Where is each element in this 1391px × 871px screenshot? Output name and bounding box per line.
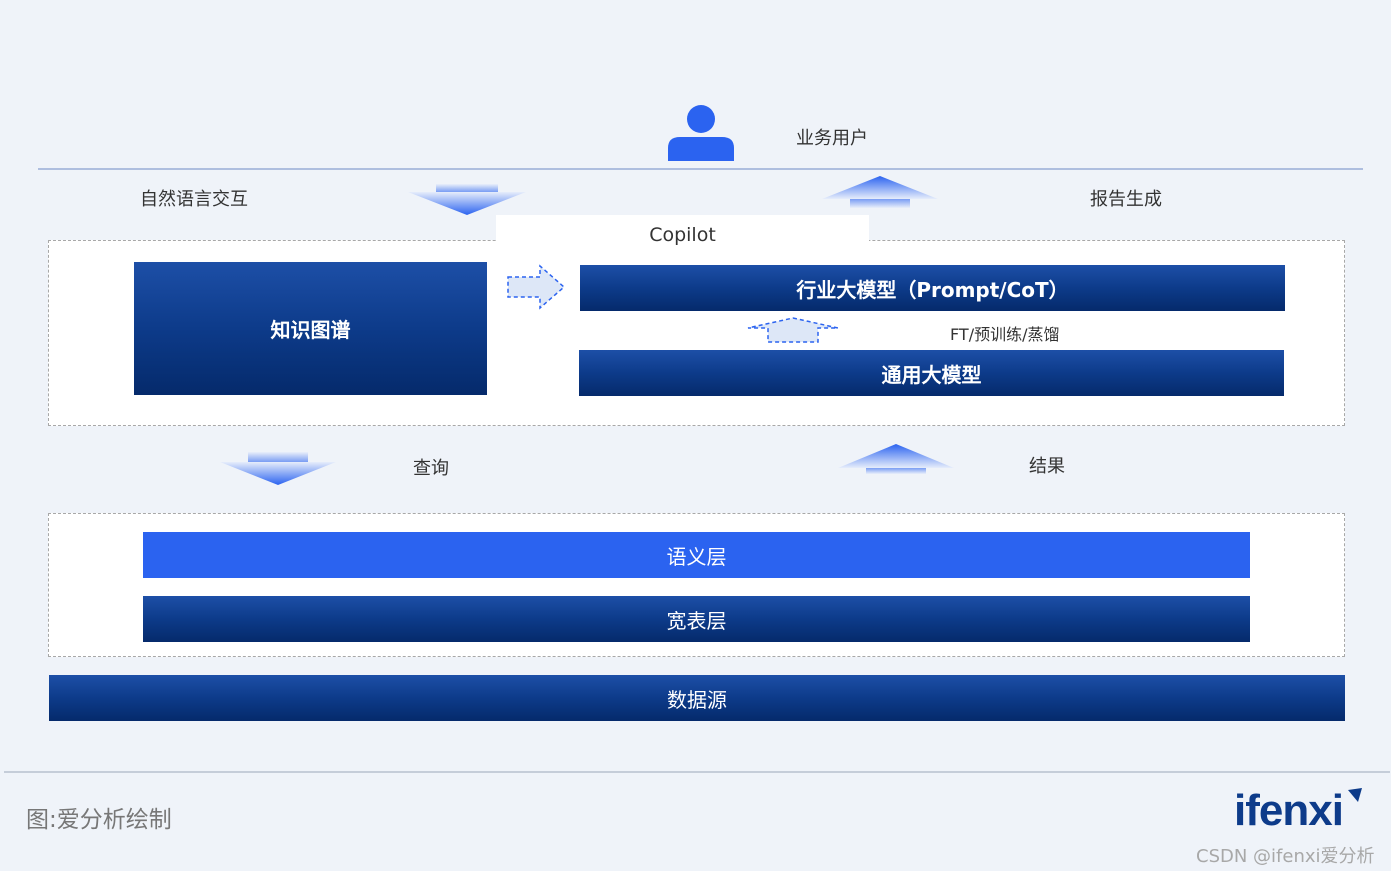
data-source-bar: 数据源: [49, 675, 1345, 721]
knowledge-graph-box: 知识图谱: [134, 262, 487, 395]
top-divider: [38, 168, 1363, 170]
ifenxi-logo: ifenxi: [1234, 786, 1364, 838]
watermark: CSDN @ifenxi爱分析: [1196, 846, 1375, 867]
user-icon: [668, 105, 734, 161]
copilot-tab: Copilot: [496, 215, 869, 255]
semantic-layer-bar: 语义层: [143, 532, 1250, 578]
industry-model-box: 行业大模型（Prompt/CoT）: [580, 265, 1285, 311]
query-label: 查询: [413, 458, 449, 479]
wide-table-layer-bar: 宽表层: [143, 596, 1250, 642]
logo-swoosh-icon: [1348, 788, 1362, 802]
logo-text: ifenxi: [1234, 786, 1344, 835]
figure-caption: 图:爱分析绘制: [26, 807, 172, 833]
dashed-up-arrow-icon: [747, 317, 839, 343]
report-generation-label: 报告生成: [1090, 189, 1162, 210]
natural-language-label: 自然语言交互: [140, 189, 248, 210]
down-arrow-icon: [408, 184, 526, 215]
query-down-arrow-icon: [220, 452, 336, 485]
general-model-box: 通用大模型: [579, 350, 1284, 396]
dashed-right-arrow-icon: [507, 264, 566, 310]
up-arrow-icon: [822, 176, 938, 208]
result-label: 结果: [1029, 456, 1065, 477]
bottom-divider: [4, 771, 1390, 773]
finetune-label: FT/预训练/蒸馏: [950, 325, 1060, 344]
user-label: 业务用户: [796, 128, 868, 149]
result-up-arrow-icon: [838, 444, 954, 474]
